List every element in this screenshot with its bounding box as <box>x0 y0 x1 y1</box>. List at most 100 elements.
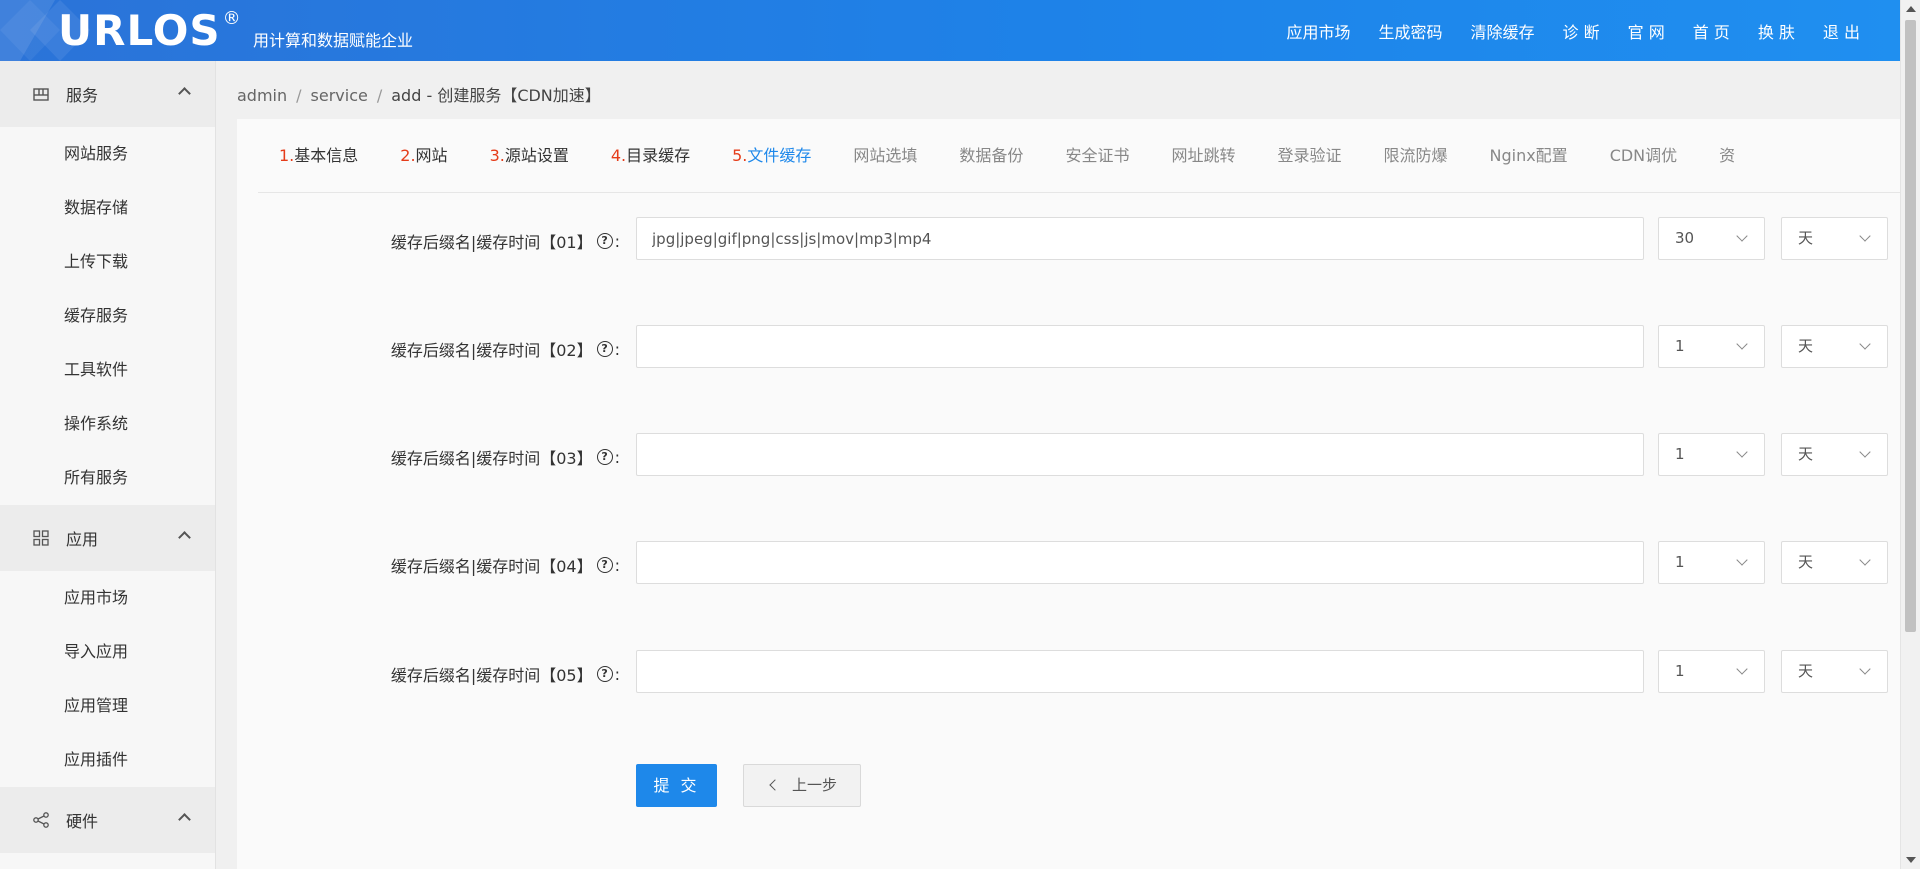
nav-app-market[interactable]: 应用市场 <box>1286 19 1350 43</box>
cache-rule-row: 缓存后缀名|缓存时间【03】?: 1 天 <box>237 433 1900 477</box>
cache-time-select[interactable]: 1 <box>1658 325 1765 368</box>
top-header: URLOS ® 用计算和数据赋能企业 应用市场 生成密码 清除缓存 诊 断 官 网… <box>0 0 1900 61</box>
nav-diagnose[interactable]: 诊 断 <box>1563 19 1600 43</box>
logo[interactable]: URLOS ® <box>58 6 242 55</box>
cache-rule-row: 缓存后缀名|缓存时间【04】?: 1 天 <box>237 541 1900 585</box>
tab-url-redirect[interactable]: 网址跳转 <box>1150 119 1256 192</box>
cache-suffix-input[interactable] <box>636 650 1644 693</box>
cache-time-select[interactable]: 1 <box>1658 541 1765 584</box>
slogan: 用计算和数据赋能企业 <box>253 31 414 50</box>
cache-rule-row: 缓存后缀名|缓存时间【05】?: 1 天 <box>237 650 1900 694</box>
sidebar-item-app-plugins[interactable]: 应用插件 <box>0 733 215 787</box>
sidebar-item-website-service[interactable]: 网站服务 <box>0 127 215 181</box>
chevron-down-icon <box>1736 554 1748 566</box>
cache-suffix-input[interactable] <box>636 541 1644 584</box>
scrollbar-thumb[interactable] <box>1905 20 1916 632</box>
nav-generate-password[interactable]: 生成密码 <box>1379 19 1443 43</box>
cache-suffix-input[interactable] <box>636 325 1644 368</box>
help-icon[interactable]: ? <box>596 449 613 465</box>
share-nodes-icon <box>33 812 49 828</box>
sidebar-item-cache-service[interactable]: 缓存服务 <box>0 289 215 343</box>
top-nav: 应用市场 生成密码 清除缓存 诊 断 官 网 首 页 换 肤 退 出 <box>1258 0 1860 61</box>
tab-website[interactable]: 2. 网站 <box>379 119 468 192</box>
help-icon[interactable]: ? <box>596 341 613 357</box>
nav-official-site[interactable]: 官 网 <box>1628 19 1665 43</box>
sidebar-group-label: 服务 <box>66 86 99 105</box>
chevron-down-icon <box>1859 663 1871 675</box>
sidebar-item-app-manage[interactable]: 应用管理 <box>0 679 215 733</box>
cache-time-select[interactable]: 1 <box>1658 650 1765 693</box>
nav-clear-cache[interactable]: 清除缓存 <box>1471 19 1535 43</box>
scroll-down-icon[interactable] <box>1906 857 1916 863</box>
scroll-up-icon[interactable] <box>1906 6 1916 12</box>
cache-rule-label: 缓存后缀名|缓存时间【04】?: <box>390 555 620 577</box>
nav-logout[interactable]: 退 出 <box>1823 19 1860 43</box>
cache-rule-row: 缓存后缀名|缓存时间【01】?: 30 天 <box>237 217 1900 261</box>
cache-unit-select[interactable]: 天 <box>1781 433 1888 476</box>
sidebar-group-label: 应用 <box>66 530 99 549</box>
cache-unit-select[interactable]: 天 <box>1781 325 1888 368</box>
cache-rule-label: 缓存后缀名|缓存时间【02】?: <box>390 339 620 361</box>
sidebar-item-all-services[interactable]: 所有服务 <box>0 451 215 505</box>
tab-origin-settings[interactable]: 3. 源站设置 <box>469 119 590 192</box>
chevron-up-icon <box>178 531 191 544</box>
chevron-up-icon <box>178 87 191 100</box>
sidebar: 服务 网站服务 数据存储 上传下载 缓存服务 工具软件 操作系统 所有服务 应用… <box>0 61 216 869</box>
help-icon[interactable]: ? <box>596 666 613 682</box>
sidebar-item-upload-download[interactable]: 上传下载 <box>0 235 215 289</box>
apps-grid-icon <box>33 530 49 546</box>
cache-rule-label: 缓存后缀名|缓存时间【03】?: <box>390 447 620 469</box>
cache-suffix-input[interactable] <box>636 433 1644 476</box>
previous-step-button[interactable]: 上一步 <box>743 764 861 807</box>
cache-suffix-input[interactable] <box>636 217 1644 260</box>
chevron-down-icon <box>1736 663 1748 675</box>
chevron-left-icon <box>769 779 781 791</box>
sidebar-item-tools[interactable]: 工具软件 <box>0 343 215 397</box>
nav-change-skin[interactable]: 换 肤 <box>1758 19 1795 43</box>
cache-rule-row: 缓存后缀名|缓存时间【02】?: 1 天 <box>237 325 1900 369</box>
chevron-down-icon <box>1859 446 1871 458</box>
breadcrumb-service[interactable]: service <box>311 86 368 105</box>
sidebar-item-os[interactable]: 操作系统 <box>0 397 215 451</box>
tab-ssl-certificate[interactable]: 安全证书 <box>1044 119 1150 192</box>
sidebar-group-apps[interactable]: 应用 <box>0 505 215 571</box>
sidebar-item-import-app[interactable]: 导入应用 <box>0 625 215 679</box>
tab-data-backup[interactable]: 数据备份 <box>938 119 1044 192</box>
tab-nginx-config[interactable]: Nginx配置 <box>1469 119 1589 192</box>
help-icon[interactable]: ? <box>596 233 613 249</box>
cache-time-select[interactable]: 1 <box>1658 433 1765 476</box>
nav-home[interactable]: 首 页 <box>1693 19 1730 43</box>
tab-directory-cache[interactable]: 4. 目录缓存 <box>590 119 711 192</box>
breadcrumb: admin / service / add - 创建服务【CDN加速】 <box>237 86 601 105</box>
tab-login-auth[interactable]: 登录验证 <box>1256 119 1362 192</box>
breadcrumb-admin[interactable]: admin <box>237 86 287 105</box>
cache-rule-label: 缓存后缀名|缓存时间【05】?: <box>390 664 620 686</box>
tab-basic-info[interactable]: 1. 基本信息 <box>258 119 379 192</box>
tab-website-optional[interactable]: 网站选填 <box>832 119 938 192</box>
breadcrumb-add: add <box>391 86 422 105</box>
chevron-down-icon <box>1736 446 1748 458</box>
tab-cdn-tuning[interactable]: CDN调优 <box>1589 119 1698 192</box>
vertical-scrollbar[interactable] <box>1900 0 1920 869</box>
cache-unit-select[interactable]: 天 <box>1781 541 1888 584</box>
sidebar-group-label: 硬件 <box>66 812 99 831</box>
step-tabs: 1. 基本信息 2. 网站 3. 源站设置 4. 目录缓存 5. 文件缓存 网站选填 数据… <box>258 119 1900 193</box>
chevron-down-icon <box>1859 554 1871 566</box>
sidebar-item-app-market[interactable]: 应用市场 <box>0 571 215 625</box>
cache-rule-label: 缓存后缀名|缓存时间【01】?: <box>390 231 620 253</box>
sidebar-item-data-storage[interactable]: 数据存储 <box>0 181 215 235</box>
chevron-down-icon <box>1736 338 1748 350</box>
cache-time-select[interactable]: 30 <box>1658 217 1765 260</box>
cache-unit-select[interactable]: 天 <box>1781 217 1888 260</box>
chevron-down-icon <box>1859 230 1871 242</box>
sidebar-group-service[interactable]: 服务 <box>0 61 215 127</box>
cache-unit-select[interactable]: 天 <box>1781 650 1888 693</box>
submit-button[interactable]: 提 交 <box>636 764 717 807</box>
tab-file-cache[interactable]: 5. 文件缓存 <box>711 119 832 192</box>
chevron-down-icon <box>1736 230 1748 242</box>
help-icon[interactable]: ? <box>596 557 613 573</box>
service-icon <box>33 88 49 101</box>
sidebar-group-hardware[interactable]: 硬件 <box>0 787 215 853</box>
tab-resources[interactable]: 资 <box>1698 119 1756 192</box>
tab-rate-limit[interactable]: 限流防爆 <box>1362 119 1468 192</box>
